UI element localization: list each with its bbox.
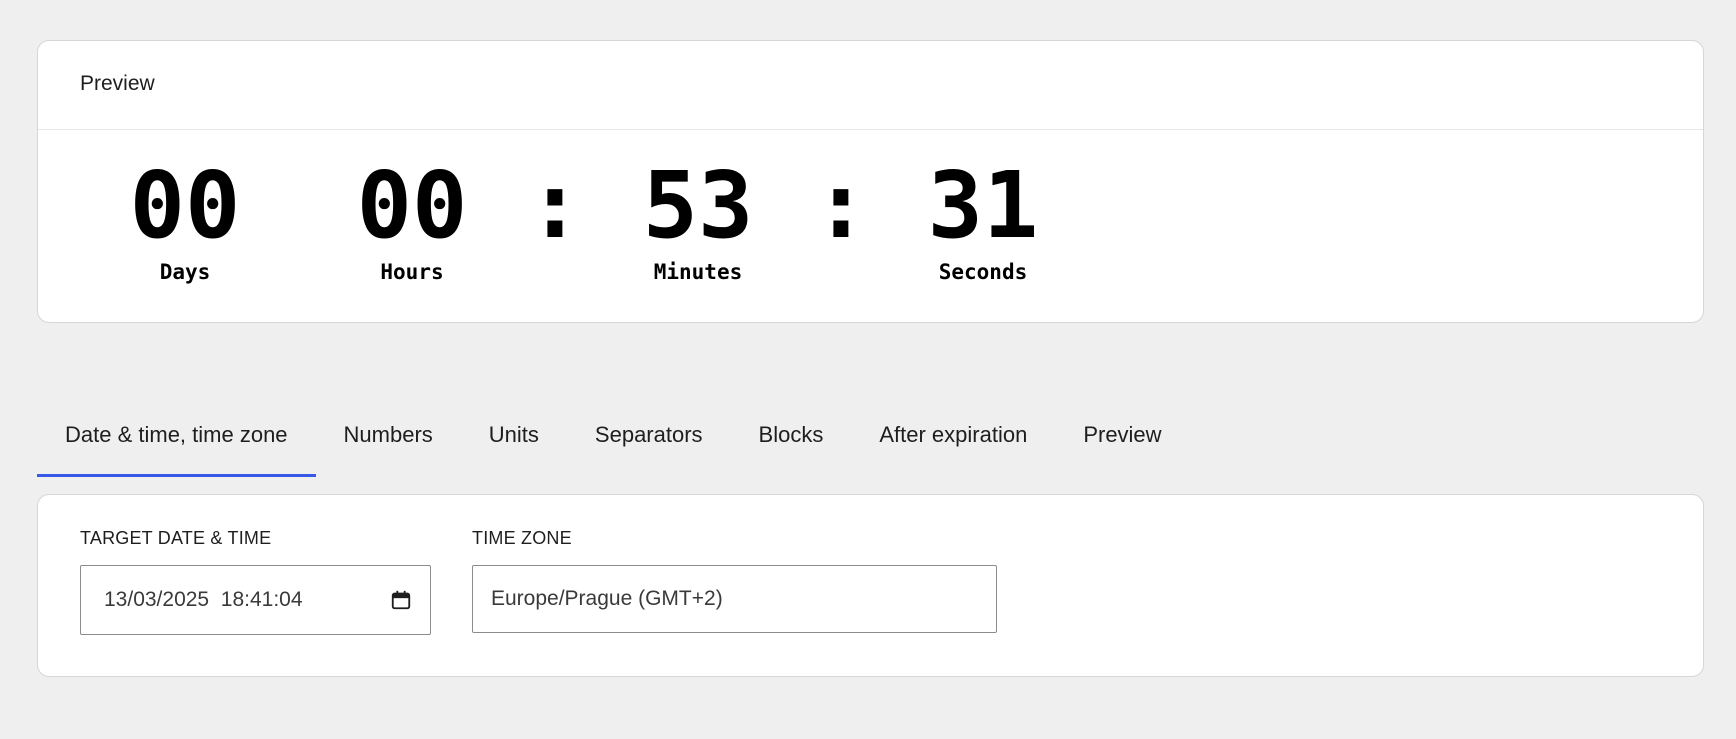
seconds-value: 31 [927,152,1039,259]
tab-separators[interactable]: Separators [567,409,731,477]
target-date-value: 13/03/2025 18:41:04 [104,588,303,611]
settings-panel: Target date & time 13/03/2025 18:41:04 T… [37,494,1704,677]
countdown-hours: 00 Hours [312,152,512,285]
tab-after-expiration[interactable]: After expiration [851,409,1055,477]
settings-tabs: Date & time, time zone Numbers Units Sep… [37,409,1190,477]
hours-value: 00 [356,152,468,259]
time-zone-field: Time zone Europe/Prague (GMT+2) [472,527,997,633]
tab-units[interactable]: Units [461,409,567,477]
countdown-minutes: 53 Minutes [598,152,798,285]
minutes-value: 53 [642,152,754,259]
tab-numbers[interactable]: Numbers [316,409,461,477]
minutes-label: Minutes [653,260,743,284]
tab-preview[interactable]: Preview [1055,409,1189,477]
calendar-icon[interactable] [390,589,412,611]
preview-title: Preview [80,72,155,95]
target-date-label: Target date & time [80,528,272,548]
target-date-field: Target date & time 13/03/2025 18:41:04 [80,527,431,635]
preview-header: Preview [38,41,1703,130]
time-zone-label: Time zone [472,528,572,548]
tab-blocks[interactable]: Blocks [731,409,852,477]
time-zone-value: Europe/Prague (GMT+2) [491,587,723,610]
countdown: 00 Days 00 Hours : 53 Minutes : 31 Secon… [38,130,1703,322]
countdown-seconds: 31 Seconds [883,152,1083,285]
target-date-input[interactable]: 13/03/2025 18:41:04 [80,565,431,635]
separator-hours-minutes: : [527,152,583,259]
tab-date-time-zone[interactable]: Date & time, time zone [37,409,316,477]
seconds-label: Seconds [938,260,1028,284]
hours-label: Hours [380,260,444,284]
preview-card: Preview 00 Days 00 Hours : 53 Minutes : … [37,40,1704,323]
days-label: Days [159,260,211,284]
separator-minutes-seconds: : [813,152,869,259]
countdown-days: 00 Days [85,152,285,285]
days-value: 00 [129,152,241,259]
time-zone-select[interactable]: Europe/Prague (GMT+2) [472,565,997,633]
